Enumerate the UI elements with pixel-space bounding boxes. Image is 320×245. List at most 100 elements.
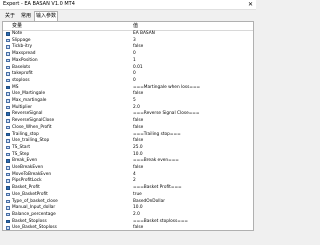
param-name: Note (12, 31, 23, 36)
string-param-icon (6, 159, 10, 163)
param-value[interactable]: EA BASAN (133, 31, 155, 37)
numeric-param-icon (6, 38, 10, 43)
param-value[interactable]: 0 (133, 78, 136, 84)
table-row[interactable]: Multiplier 2.0 (3, 105, 253, 111)
param-name: Use_BasketProfit (12, 191, 48, 197)
param-name: Type_of_basket_close (12, 198, 58, 204)
column-header-variable[interactable]: 变量 (12, 22, 22, 30)
param-name: Max_martingale (12, 98, 47, 103)
numeric-param-icon (6, 139, 10, 143)
param-value[interactable]: false (133, 44, 143, 50)
table-row[interactable]: Use_trailing_Stop false (3, 138, 253, 144)
param-value[interactable]: ===Martingale when loss=== (133, 85, 200, 91)
table-row[interactable]: Manual_Input_dollar 10.0 (3, 205, 253, 211)
table-row[interactable]: Balance_percentage 2.0 (3, 212, 253, 218)
param-value[interactable]: 2.0 (133, 212, 140, 218)
table-row[interactable]: Break_Even ===Break even=== (3, 158, 253, 164)
numeric-param-icon (6, 125, 10, 130)
param-name: Baselots (12, 64, 31, 70)
table-row[interactable]: Slippage 3 (3, 38, 253, 44)
tab-common[interactable]: 常用 (19, 12, 33, 21)
param-value[interactable]: false (133, 91, 143, 97)
table-row[interactable]: Basket_Profit ===Basket Profit=== (3, 185, 253, 191)
table-row[interactable]: MaxPosition 1 (3, 58, 253, 64)
param-name: Use_Martingale (12, 91, 46, 97)
param-value[interactable]: 0 (133, 71, 136, 77)
param-value[interactable]: 1 (133, 58, 136, 64)
numeric-param-icon (6, 172, 10, 177)
table-row[interactable]: PipsProfitLock 2 (3, 178, 253, 184)
table-row[interactable]: Type_of_basket_close BasedOnDollar (3, 199, 253, 205)
table-row[interactable]: Use_Basket_Stoploss false (3, 225, 253, 231)
close-icon[interactable]: ✕ (248, 0, 253, 9)
param-name: Slippage (12, 37, 31, 43)
table-row[interactable]: Use_BasketProfit true (3, 192, 253, 198)
numeric-param-icon (6, 145, 10, 150)
param-value[interactable]: ===Trailing stop=== (133, 132, 181, 138)
button-bar (0, 232, 256, 245)
title-bar: Expert - EA BASAN V1.0 MT4 ✕ (0, 0, 256, 10)
param-name: PipsProfitLock (12, 178, 42, 184)
table-row[interactable]: Max_martingale 5 (3, 98, 253, 104)
table-row[interactable]: Note EA BASAN (3, 31, 253, 37)
param-name: TS_Step (12, 151, 30, 157)
param-value[interactable]: ===Basket Profit=== (133, 185, 182, 191)
table-row[interactable]: Close_When_Profit false (3, 125, 253, 131)
string-param-icon (6, 85, 10, 90)
table-row[interactable]: Use_Martingale false (3, 91, 253, 97)
param-name: Basket_Profit (12, 185, 40, 191)
numeric-param-icon (6, 192, 10, 197)
table-row[interactable]: ReverseSignalClose false (3, 118, 253, 124)
param-name: MS (12, 84, 19, 90)
string-param-icon (6, 219, 10, 224)
param-value[interactable]: 0.01 (133, 65, 143, 71)
param-value[interactable]: true (133, 192, 142, 198)
param-value[interactable]: false (133, 125, 143, 131)
param-value[interactable]: false (133, 165, 143, 171)
param-name: Break_Even (12, 158, 38, 164)
numeric-param-icon (6, 99, 10, 103)
table-row[interactable]: Basket_Stoploss ===Basket stoploss=== (3, 219, 253, 225)
param-value[interactable]: 2 (133, 178, 136, 184)
param-value[interactable]: ===Basket stoploss=== (133, 219, 188, 225)
param-value[interactable]: 4 (133, 172, 136, 178)
table-row[interactable]: ReverseSignal ===Reverse Signal Close=== (3, 111, 253, 117)
column-header-value[interactable]: 值 (133, 22, 138, 30)
numeric-param-icon (6, 72, 10, 76)
table-row[interactable]: Baselots 0.01 (3, 65, 253, 71)
string-param-icon (6, 112, 10, 116)
table-row[interactable]: MS ===Martingale when loss=== (3, 85, 253, 91)
param-value[interactable]: false (133, 225, 143, 230)
numeric-param-icon (6, 212, 10, 217)
table-row[interactable]: Maxspread 0 (3, 51, 253, 57)
param-value[interactable]: BasedOnDollar (133, 199, 165, 205)
param-value[interactable]: 10.0 (133, 152, 143, 158)
table-row[interactable]: TS_Start 25.0 (3, 145, 253, 151)
param-value[interactable]: 10.0 (133, 205, 143, 211)
param-value[interactable]: 0 (133, 51, 136, 57)
param-value[interactable]: ===Break even=== (133, 158, 179, 164)
param-value[interactable]: false (133, 138, 143, 144)
table-header: 变量 值 (3, 22, 253, 31)
table-row[interactable]: Tickb-itry false (3, 44, 253, 50)
param-name: UseBreakEven (12, 165, 44, 170)
param-name: TS_Start (12, 144, 30, 150)
param-name: ReverseSignalClose (12, 118, 55, 124)
param-value[interactable]: ===Reverse Signal Close=== (133, 111, 200, 117)
numeric-param-icon (6, 166, 10, 170)
param-name: Use_Basket_Stoploss (12, 225, 57, 231)
param-value[interactable]: 3 (133, 38, 136, 44)
table-row[interactable]: UseBreakEven false (3, 165, 253, 171)
param-value[interactable]: 2.0 (133, 105, 140, 111)
numeric-param-icon (6, 65, 10, 69)
tab-about[interactable]: 关于 (3, 12, 17, 21)
window-title: Expert - EA BASAN V1.0 MT4 (3, 1, 75, 7)
table-row[interactable]: Trailing_stop ===Trailing stop=== (3, 132, 253, 138)
table-row[interactable]: TS_Step 10.0 (3, 152, 253, 158)
param-value[interactable]: 25.0 (133, 145, 143, 151)
table-row[interactable]: stoploss 0 (3, 78, 253, 84)
table-row[interactable]: takeprofit 0 (3, 71, 253, 77)
param-value[interactable]: 5 (133, 98, 136, 104)
param-value[interactable]: false (133, 118, 143, 124)
table-row[interactable]: MoveToBreakEven 4 (3, 172, 253, 178)
